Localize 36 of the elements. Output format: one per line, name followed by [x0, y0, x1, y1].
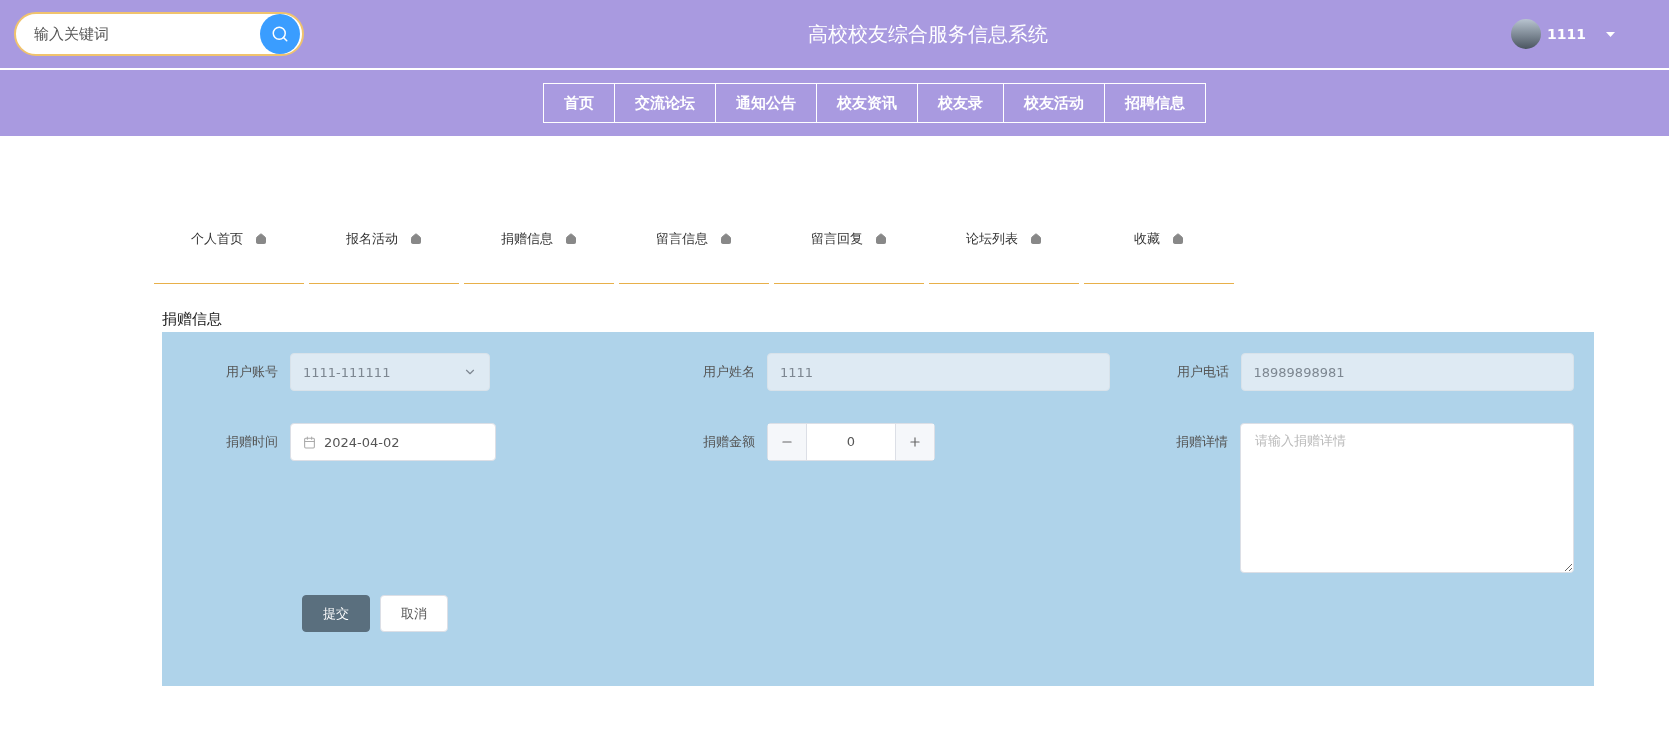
- tab-link[interactable]: 捐赠信息: [501, 229, 553, 248]
- section-title: 捐赠信息: [162, 310, 223, 330]
- house-icon: [1030, 232, 1042, 245]
- tab-link[interactable]: 留言回复: [811, 229, 863, 248]
- tab-link[interactable]: 个人首页: [191, 229, 243, 248]
- caret-icon[interactable]: [1606, 31, 1615, 37]
- site-title: 高校校友综合服务信息系统: [807, 20, 1048, 48]
- field-label: 捐赠详情: [1175, 433, 1230, 451]
- calendar-icon: [303, 435, 316, 449]
- field-label: 用户姓名: [702, 363, 756, 381]
- plus-icon: [908, 435, 922, 449]
- tab-link[interactable]: 收藏: [1134, 229, 1160, 248]
- search-bar[interactable]: 输入关键词: [14, 12, 304, 56]
- field-label: 用户账号: [225, 363, 279, 381]
- submit-button[interactable]: 提交: [302, 595, 370, 632]
- details-textarea[interactable]: 请输入捐赠详情: [1240, 423, 1574, 573]
- search-button[interactable]: [260, 14, 300, 54]
- house-icon: [875, 232, 887, 245]
- search-icon: [271, 25, 289, 43]
- number-stepper[interactable]: 0: [767, 423, 935, 461]
- field-label: 用户电话: [1175, 363, 1230, 381]
- field-label: 捐赠时间: [225, 433, 279, 451]
- avatar[interactable]: [1511, 19, 1542, 49]
- increment-button[interactable]: [896, 424, 934, 460]
- search-field[interactable]: 输入关键词: [32, 24, 260, 44]
- tab-link[interactable]: 论坛列表: [966, 229, 1018, 248]
- house-icon: [255, 232, 267, 245]
- field-label: 捐赠金额: [702, 433, 756, 451]
- date-field[interactable]: 2024-04-02: [290, 423, 496, 461]
- house-icon: [1172, 232, 1184, 245]
- cancel-button[interactable]: 取消: [380, 595, 448, 632]
- house-icon: [410, 232, 422, 245]
- tab-link[interactable]: 报名活动: [346, 229, 398, 248]
- house-icon: [565, 232, 577, 245]
- house-icon: [720, 232, 732, 245]
- tab-link[interactable]: 留言信息: [656, 229, 708, 248]
